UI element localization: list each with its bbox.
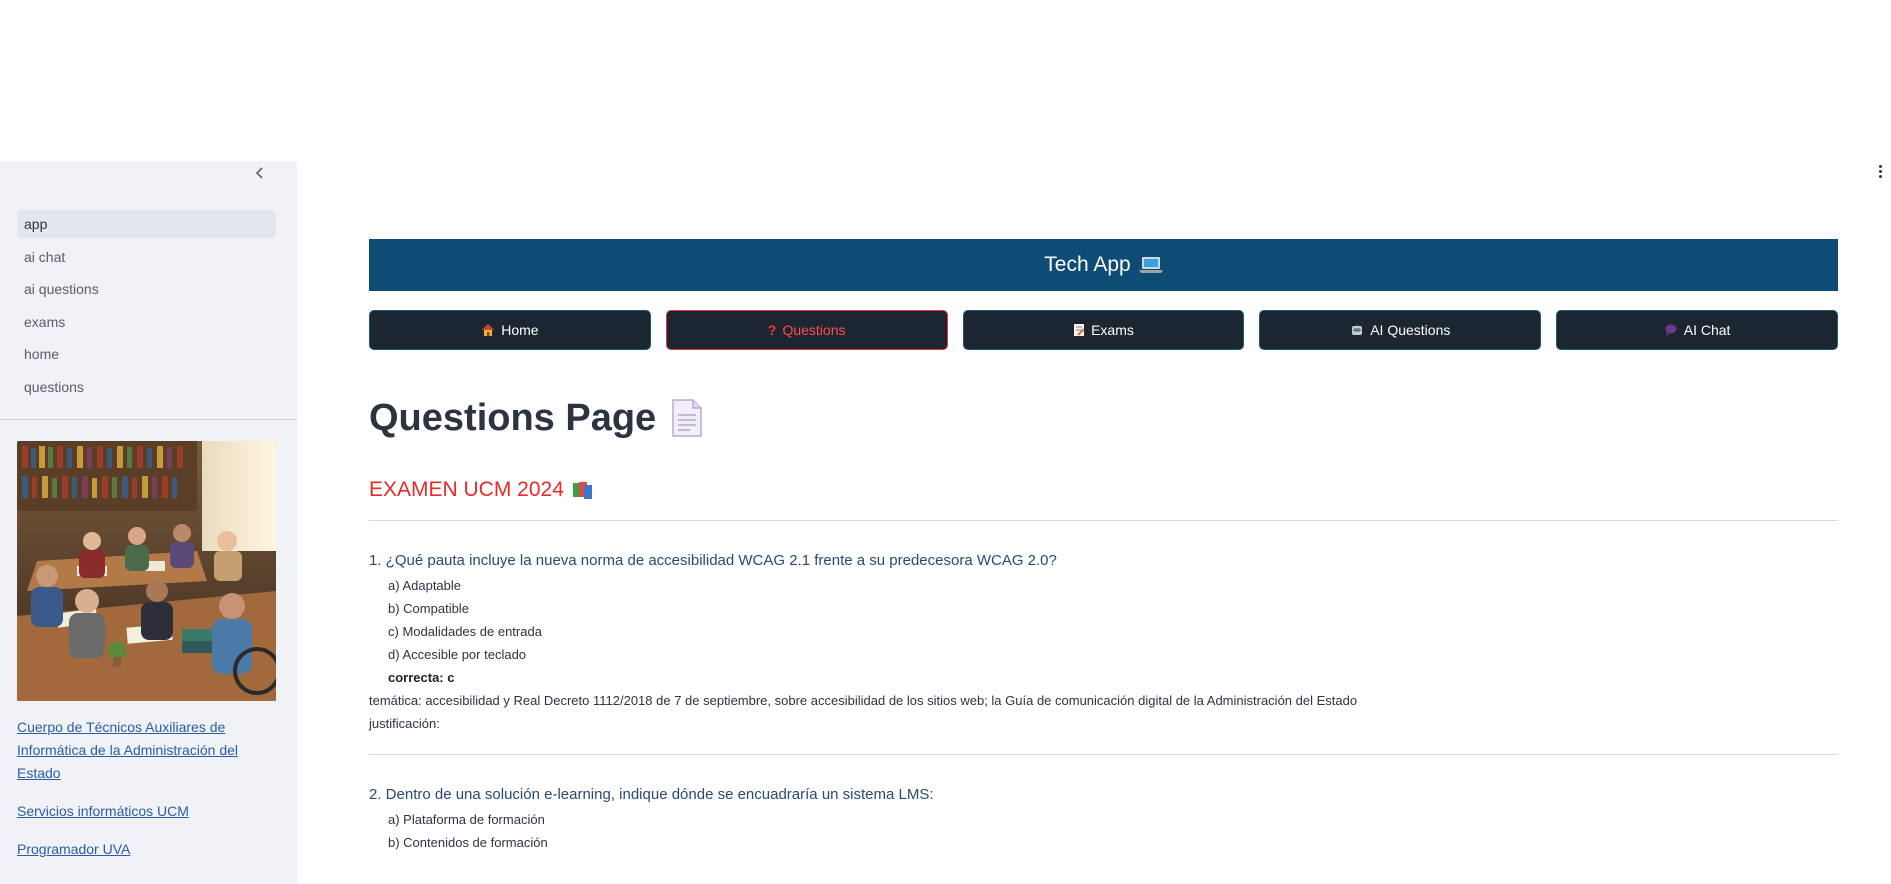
app-window: app ai chat ai questions exams home ques… — [0, 0, 1891, 884]
divider — [369, 520, 1838, 521]
page-icon — [672, 399, 702, 437]
tab-questions[interactable]: ? Questions — [665, 310, 948, 350]
main-menu-button[interactable] — [1875, 162, 1885, 180]
tab-questions-label: Questions — [782, 322, 846, 338]
tab-ai-chat[interactable]: AI Chat — [1556, 310, 1838, 350]
nav-tabs: Home ? Questions Exams AI Questions AI C… — [369, 310, 1838, 350]
question-option: b) Compatible — [388, 601, 469, 616]
link-programador-uva[interactable]: Programador UVA — [17, 838, 276, 861]
tab-ai-chat-label: AI Chat — [1683, 322, 1731, 338]
link-cuerpo-tecnicos[interactable]: Cuerpo de Técnicos Auxiliares de Informá… — [17, 716, 276, 785]
sidebar-item-home[interactable]: home — [17, 340, 276, 368]
question-justificacion: justificación: — [369, 716, 440, 731]
main-content: Tech App Home ? Questions Exams AI Quest… — [369, 239, 1838, 854]
question-item: 2. Dentro de una solución e-learning, in… — [369, 785, 1838, 854]
app-banner: Tech App — [369, 239, 1838, 291]
tab-home-label: Home — [501, 322, 539, 338]
sidebar-item-app[interactable]: app — [17, 210, 276, 238]
question-title: 2. Dentro de una solución e-learning, in… — [369, 786, 934, 803]
question-option: b) Contenidos de formación — [388, 835, 548, 850]
kebab-dot — [1878, 169, 1882, 173]
question-option: a) Plataforma de formación — [388, 812, 545, 827]
speech-bubble-icon — [1665, 324, 1677, 336]
kebab-dot — [1878, 164, 1882, 168]
sidebar-item-exams[interactable]: exams — [17, 308, 276, 336]
tab-home[interactable]: Home — [369, 310, 651, 350]
books-icon — [572, 482, 592, 499]
memo-icon — [1074, 324, 1085, 336]
sidebar-divider — [0, 419, 297, 420]
question-option: c) Modalidades de entrada — [388, 624, 542, 639]
sidebar-nav: app ai chat ai questions exams home ques… — [17, 210, 276, 405]
chevron-left-icon — [255, 167, 263, 179]
collapse-sidebar-button[interactable] — [250, 163, 270, 183]
question-option: d) Accesible por teclado — [388, 647, 527, 662]
tab-exams[interactable]: Exams — [962, 310, 1245, 350]
exam-subheader-text: EXAMEN UCM 2024 — [369, 478, 564, 501]
page-title-text: Questions Page — [369, 396, 657, 439]
correct-answer: correcta: c — [388, 670, 455, 685]
question-option: a) Adaptable — [388, 578, 462, 593]
banner-title: Tech App — [1044, 253, 1131, 276]
divider — [369, 754, 1838, 755]
tab-ai-questions[interactable]: AI Questions — [1259, 310, 1542, 350]
people-studying-library-image — [17, 441, 276, 701]
question-item: 1. ¿Qué pauta incluye la nueva norma de … — [369, 551, 1838, 735]
sidebar-item-ai-questions[interactable]: ai questions — [17, 275, 276, 303]
question-mark-icon: ? — [767, 322, 777, 338]
kebab-dot — [1878, 174, 1882, 178]
robot-icon — [1352, 324, 1363, 335]
sidebar-item-questions[interactable]: questions — [17, 373, 276, 401]
tab-exams-label: Exams — [1091, 322, 1134, 338]
sidebar-links: Cuerpo de Técnicos Auxiliares de Informá… — [17, 716, 276, 876]
laptop-icon — [1138, 257, 1163, 273]
question-title: 1. ¿Qué pauta incluye la nueva norma de … — [369, 552, 1057, 569]
tab-ai-questions-label: AI Questions — [1370, 322, 1451, 338]
exam-subheader: EXAMEN UCM 2024 — [369, 478, 1838, 502]
house-icon — [482, 324, 495, 336]
sidebar-item-ai-chat[interactable]: ai chat — [17, 243, 276, 271]
link-servicios-ucm[interactable]: Servicios informáticos UCM — [17, 800, 276, 823]
question-tematica: temática: accesibilidad y Real Decreto 1… — [369, 693, 1358, 708]
page-title: Questions Page — [369, 396, 1838, 440]
